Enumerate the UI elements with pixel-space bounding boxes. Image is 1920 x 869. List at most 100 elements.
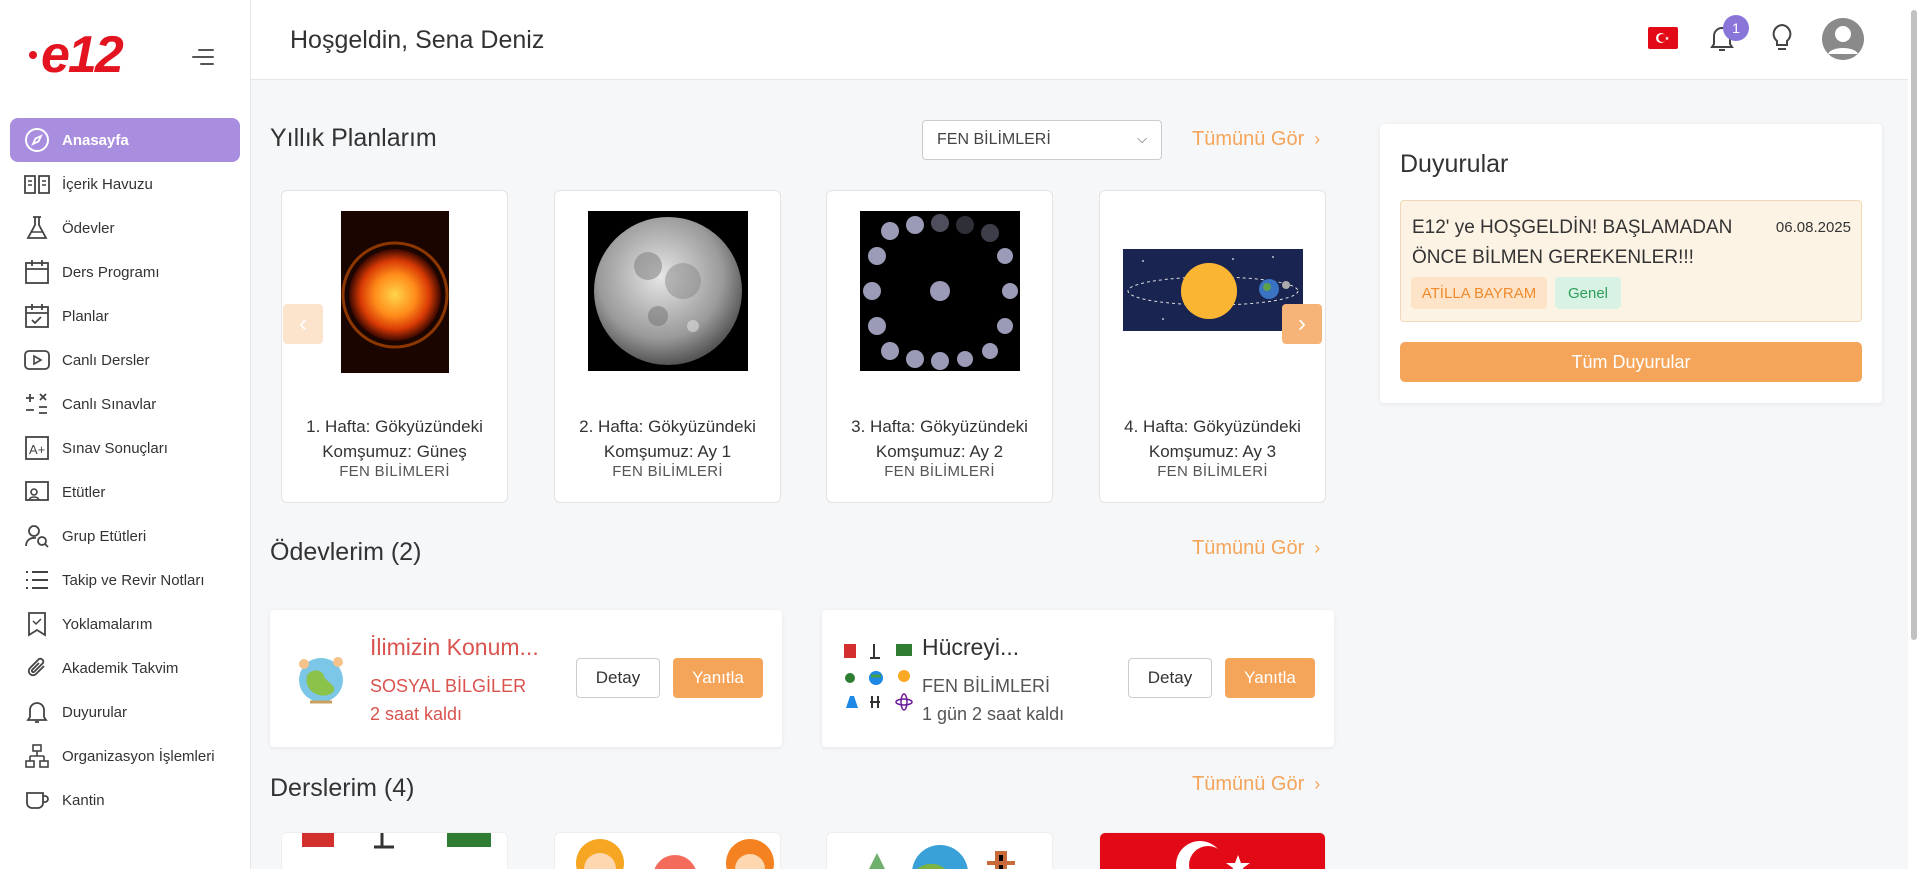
lesson-card[interactable] [281, 832, 508, 869]
see-all-label: Tümünü Gör [1192, 128, 1305, 150]
sidebar-item-akademik-takvim[interactable]: Akademik Takvim [10, 646, 240, 690]
sidebar-item-kantin[interactable]: Kantin [10, 778, 240, 822]
sidebar-item-label: Organizasyon İşlemleri [62, 747, 215, 765]
homework-subject: FEN BİLİMLERİ [922, 676, 1051, 696]
category-tag: Genel [1555, 277, 1621, 309]
plan-title: 3. Hafta: Gökyüzündeki Komşumuz: Ay 2 [851, 417, 1028, 461]
reply-button[interactable]: Yanıtla [1225, 658, 1315, 698]
calendar-check-icon [22, 303, 52, 329]
sidebar-item-organizasyon[interactable]: Organizasyon İşlemleri [10, 734, 240, 778]
sidebar-item-label: Duyurular [62, 703, 128, 721]
plan-subject: FEN BİLİMLERİ [884, 463, 995, 480]
sidebar-item-duyurular[interactable]: Duyurular [10, 690, 240, 734]
svg-text:A+: A+ [29, 442, 45, 457]
see-all-label: Tümünü Gör [1192, 773, 1305, 795]
announcements-panel: Duyurular E12' ye HOŞGELDİN! BAŞLAMADAN … [1380, 124, 1882, 403]
lessons-see-all-link[interactable]: Tümünü Gör › [1192, 773, 1320, 796]
subject-select[interactable]: FEN BİLİMLERİ ⌵ [922, 120, 1162, 160]
book-open-icon [22, 171, 52, 197]
sidebar-item-label: Anasayfa [62, 131, 129, 149]
sidebar-item-grup-etutleri[interactable]: Grup Etütleri [10, 514, 240, 558]
calendar-icon [22, 259, 52, 285]
homework-time-left: 2 saat kaldı [370, 704, 463, 724]
sidebar-item-anasayfa[interactable]: Anasayfa [10, 118, 240, 162]
sidebar-item-planlar[interactable]: Planlar [10, 294, 240, 338]
grade-icon: A+ [22, 435, 52, 461]
sidebar-item-sinav-sonuclari[interactable]: A+ Sınav Sonuçları [10, 426, 240, 470]
lightbulb-icon[interactable] [1764, 20, 1800, 56]
science-icons-image [842, 642, 914, 717]
menu-toggle-icon[interactable] [192, 49, 214, 67]
kids-lesson-image [576, 839, 774, 869]
sun-earth-moon-image [1122, 249, 1303, 336]
logo-dot-icon [29, 51, 37, 59]
chevron-left-icon: ‹ [299, 310, 307, 337]
plan-card[interactable]: 4. Hafta: Gökyüzündeki Komşumuz: Ay 3 FEN… [1099, 190, 1326, 503]
lesson-card[interactable] [554, 832, 781, 869]
subject-select-value: FEN BİLİMLERİ [937, 131, 1051, 148]
carousel-next-button[interactable]: › [1282, 304, 1322, 344]
plan-title: 2. Hafta: Gökyüzündeki Komşumuz: Ay 1 [579, 417, 756, 461]
page-scrollbar[interactable] [1908, 0, 1920, 869]
sidebar-nav: Anasayfa İçerik Havuzu Ödevler Ders Prog… [10, 118, 240, 822]
reply-button[interactable]: Yanıtla [673, 658, 763, 698]
plan-title: 4. Hafta: Gökyüzündeki Komşumuz: Ay 3 [1124, 417, 1301, 461]
chevron-right-icon: › [1314, 538, 1321, 558]
globe-kids-image [290, 646, 352, 713]
detail-button[interactable]: Detay [576, 658, 660, 698]
sidebar-item-label: Ders Programı [62, 263, 160, 281]
sidebar-item-label: Ödevler [62, 219, 115, 237]
logo[interactable]: e12 [28, 26, 124, 84]
sidebar-item-icerik-havuzu[interactable]: İçerik Havuzu [10, 162, 240, 206]
lesson-card[interactable] [826, 832, 1053, 869]
author-tag: ATİLLA BAYRAM [1411, 277, 1547, 309]
welcome-text: Hoşgeldin, Sena Deniz [290, 26, 545, 54]
flask-icon [22, 215, 52, 241]
sidebar-item-label: Sınav Sonuçları [62, 439, 168, 457]
homework-time-left: 1 gün 2 saat kaldı [922, 704, 1065, 724]
announcement-item[interactable]: E12' ye HOŞGELDİN! BAŞLAMADAN ÖNCE BİLME… [1400, 200, 1862, 322]
sidebar-item-label: İçerik Havuzu [62, 175, 153, 193]
plans-see-all-link[interactable]: Tümünü Gör › [1192, 128, 1320, 151]
notification-badge: 1 [1723, 15, 1749, 41]
sidebar-item-label: Yoklamalarım [62, 615, 153, 633]
chevron-right-icon: › [1314, 774, 1321, 794]
plan-subject: FEN BİLİMLERİ [612, 463, 723, 480]
plans-title: Yıllık Planlarım [270, 124, 437, 152]
sidebar-item-takip-revir[interactable]: Takip ve Revir Notları [10, 558, 240, 602]
user-search-icon [22, 523, 52, 549]
turkish-flag-icon[interactable] [1648, 27, 1678, 49]
sidebar-item-canli-dersler[interactable]: Canlı Dersler [10, 338, 240, 382]
sidebar-item-yoklamalarim[interactable]: Yoklamalarım [10, 602, 240, 646]
org-chart-icon [22, 743, 52, 769]
all-announcements-button[interactable]: Tüm Duyurular [1400, 342, 1862, 382]
homework-title-text[interactable]: Hücreyi... [922, 634, 1019, 661]
homework-title: Ödevlerim (2) [270, 538, 422, 566]
sidebar-item-etutler[interactable]: Etütler [10, 470, 240, 514]
sidebar-item-odevler[interactable]: Ödevler [10, 206, 240, 250]
plan-card[interactable]: 3. Hafta: Gökyüzündeki Komşumuz: Ay 2 FEN… [826, 190, 1053, 503]
homework-card[interactable]: Hücreyi... FEN BİLİMLERİ 1 gün 2 saat ka… [822, 610, 1334, 747]
plan-card[interactable]: 2. Hafta: Gökyüzündeki Komşumuz: Ay 1 FEN… [554, 190, 781, 503]
plan-card[interactable]: 1. Hafta: Gökyüzündeki Komşumuz: Güneş FE… [281, 190, 508, 503]
lesson-card[interactable] [1099, 832, 1326, 869]
homework-card[interactable]: İlimizin Konum... SOSYAL BİLGİLER 2 saat… [270, 610, 782, 747]
sidebar: e12 Anasayfa İçerik Havuzu Ödevler Ders … [0, 0, 251, 869]
carousel-prev-button[interactable]: ‹ [283, 304, 323, 344]
sidebar-item-ders-programi[interactable]: Ders Programı [10, 250, 240, 294]
plan-title: 1. Hafta: Gökyüzündeki Komşumuz: Güneş [306, 417, 483, 461]
bookmark-icon [22, 611, 52, 637]
moon-phases-image [859, 211, 1020, 376]
logo-text: e12 [41, 26, 124, 84]
homework-title-text[interactable]: İlimizin Konum... [370, 634, 539, 661]
homework-see-all-link[interactable]: Tümünü Gör › [1192, 537, 1320, 560]
scrollbar-thumb[interactable] [1911, 10, 1917, 640]
detail-button[interactable]: Detay [1128, 658, 1212, 698]
chevron-right-icon: › [1314, 129, 1321, 149]
chevron-down-icon: ⌵ [1137, 131, 1147, 146]
sidebar-item-canli-sinavlar[interactable]: Canlı Sınavlar [10, 382, 240, 426]
announcement-date: 06.08.2025 [1775, 219, 1851, 236]
announcements-title: Duyurular [1400, 150, 1509, 178]
user-avatar[interactable] [1822, 18, 1864, 60]
see-all-label: Tümünü Gör [1192, 537, 1305, 559]
